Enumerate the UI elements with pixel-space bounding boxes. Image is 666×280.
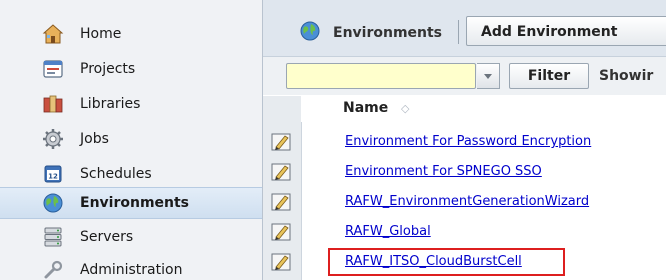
highlight-box <box>328 248 565 276</box>
nav-label-environments: Environments <box>80 195 190 211</box>
filter-button[interactable]: Filter <box>509 63 589 89</box>
environment-link[interactable]: Environment For Password Encryption <box>345 134 591 149</box>
home-icon <box>42 23 64 45</box>
nav-label-schedules: Schedules <box>80 166 152 182</box>
server-icon <box>42 226 64 248</box>
environments-title: Environments <box>333 25 443 41</box>
nav-item-servers[interactable]: Servers <box>0 221 262 253</box>
filter-input[interactable] <box>286 63 476 89</box>
filter-dropdown[interactable] <box>477 63 500 89</box>
nav-item-home[interactable]: Home <box>0 18 262 50</box>
table-row: Environment For SPNEGO SSO <box>263 158 666 186</box>
column-header-label: Name <box>343 100 389 116</box>
edit-pencil-icon[interactable] <box>271 252 293 272</box>
nav-item-libraries[interactable]: Libraries <box>0 88 262 120</box>
environment-link[interactable]: RAFW_Global <box>345 224 431 239</box>
projects-icon <box>42 58 64 80</box>
jobs-gear-icon <box>42 128 64 150</box>
nav-item-jobs[interactable]: Jobs <box>0 123 262 155</box>
nav-label-projects: Projects <box>80 61 136 77</box>
table-row: Environment For Password Encryption <box>263 128 666 156</box>
nav-item-schedules[interactable]: 12 Schedules <box>0 158 262 190</box>
libraries-icon <box>42 93 64 115</box>
environment-link[interactable]: Environment For SPNEGO SSO <box>345 164 542 179</box>
edit-pencil-icon[interactable] <box>271 162 293 182</box>
edit-pencil-icon[interactable] <box>271 222 293 242</box>
nav-item-administration[interactable]: Administration <box>0 254 262 280</box>
toolbar-separator <box>458 20 459 44</box>
main-panel: Environments Add Environment Filter Show… <box>263 0 666 280</box>
sort-icon[interactable]: ◇ <box>401 102 409 115</box>
nav-item-projects[interactable]: Projects <box>0 53 262 85</box>
edit-pencil-icon[interactable] <box>271 132 293 152</box>
nav-label-servers: Servers <box>80 229 134 245</box>
left-navigation: Home Projects Libraries Jobs 12 Schedule… <box>0 0 263 280</box>
add-environment-button[interactable]: Add Environment <box>466 16 666 46</box>
environment-link[interactable]: RAFW_EnvironmentGenerationWizard <box>345 194 589 209</box>
nav-label-home: Home <box>80 26 122 42</box>
app-frame: Home Projects Libraries Jobs 12 Schedule… <box>0 0 666 280</box>
chevron-down-icon <box>484 74 492 79</box>
calendar-day-number: 12 <box>48 173 58 181</box>
nav-label-jobs: Jobs <box>80 131 109 147</box>
nav-label-libraries: Libraries <box>80 96 141 112</box>
globe-icon <box>42 192 64 214</box>
column-header-gutter <box>263 96 301 122</box>
nav-label-administration: Administration <box>80 262 183 278</box>
edit-pencil-icon[interactable] <box>271 192 293 212</box>
environments-globe-icon <box>299 20 321 42</box>
nav-item-environments[interactable]: Environments <box>0 187 262 219</box>
administration-icon <box>42 259 64 280</box>
calendar-icon: 12 <box>42 163 64 185</box>
table-row: RAFW_Global <box>263 218 666 246</box>
table-row: RAFW_EnvironmentGenerationWizard <box>263 188 666 216</box>
showing-text: Showir <box>599 68 654 84</box>
column-header-name[interactable]: Name ◇ <box>343 96 666 122</box>
